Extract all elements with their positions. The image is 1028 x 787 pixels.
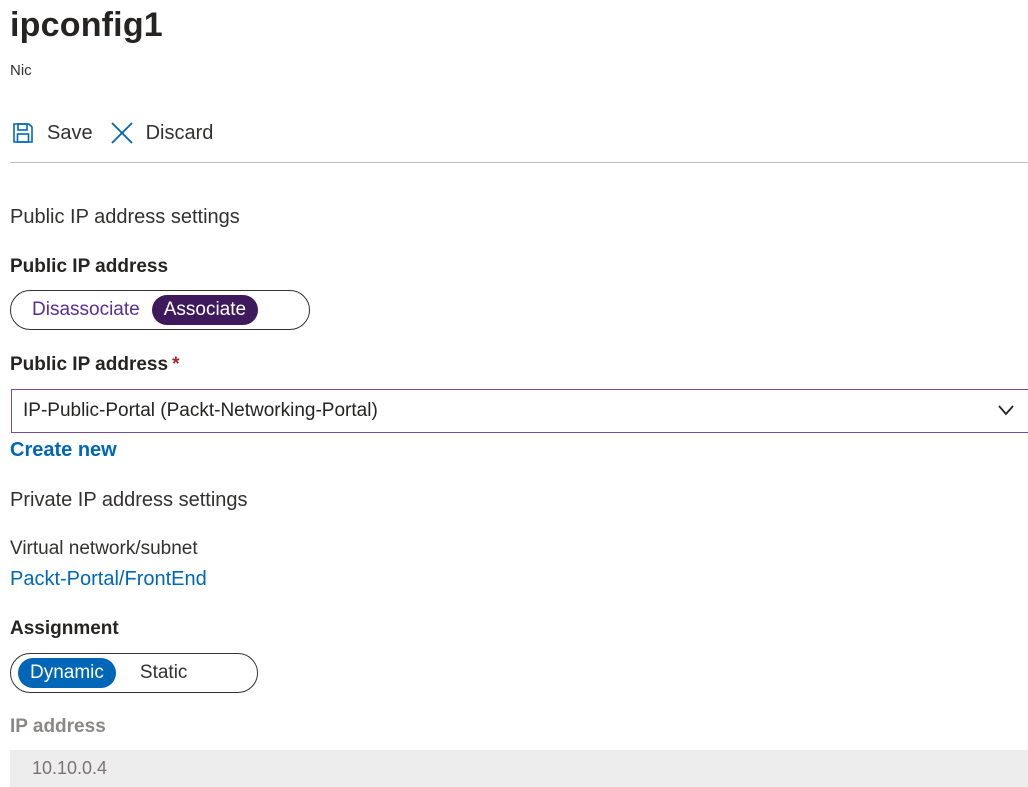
chevron-down-icon xyxy=(996,400,1016,420)
private-ip-section-title: Private IP address settings xyxy=(10,489,248,511)
toggle-option-associate[interactable]: Associate xyxy=(151,295,259,325)
save-icon xyxy=(10,120,36,146)
discard-label: Discard xyxy=(145,121,214,144)
vnet-label: Virtual network/subnet xyxy=(10,538,198,559)
discard-button[interactable]: Discard xyxy=(109,120,214,146)
ip-address-field: 10.10.0.4 xyxy=(10,750,1028,787)
vnet-link[interactable]: Packt-Portal/FrontEnd xyxy=(10,568,207,591)
close-icon xyxy=(109,120,135,146)
public-ip-toggle: Disassociate Associate xyxy=(10,290,310,330)
page-title: ipconfig1 xyxy=(10,6,163,44)
toggle-option-static[interactable]: Static xyxy=(128,658,200,688)
public-ip-select-label-text: Public IP address xyxy=(10,354,169,375)
save-label: Save xyxy=(47,121,93,144)
save-button[interactable]: Save xyxy=(10,120,93,146)
toggle-option-disassociate[interactable]: Disassociate xyxy=(20,295,152,325)
toolbar: Save Discard xyxy=(10,114,229,152)
public-ip-section-title: Public IP address settings xyxy=(10,206,240,228)
ip-address-label: IP address xyxy=(10,716,106,737)
page-subtitle: Nic xyxy=(10,62,32,79)
assignment-label: Assignment xyxy=(10,618,119,639)
create-new-link[interactable]: Create new xyxy=(10,439,117,462)
toolbar-divider xyxy=(10,162,1028,163)
toggle-option-dynamic[interactable]: Dynamic xyxy=(18,658,116,688)
required-marker: * xyxy=(172,354,180,375)
assignment-toggle: Dynamic Static xyxy=(10,653,258,693)
public-ip-select-label: Public IP address * xyxy=(10,354,179,376)
public-ip-dropdown[interactable]: IP-Public-Portal (Packt-Networking-Porta… xyxy=(11,389,1028,433)
public-ip-toggle-label: Public IP address xyxy=(10,256,169,277)
public-ip-dropdown-value: IP-Public-Portal (Packt-Networking-Porta… xyxy=(23,400,378,421)
